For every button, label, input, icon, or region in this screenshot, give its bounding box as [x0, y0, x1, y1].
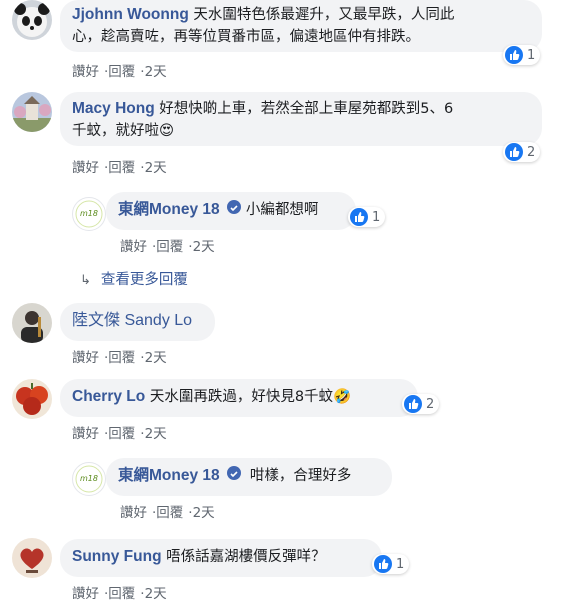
avatar-money18[interactable]: m18	[72, 197, 106, 231]
like-link[interactable]: 讚好	[72, 160, 99, 176]
comment-author[interactable]: 陸文傑 Sandy Lo	[72, 312, 192, 329]
reply-text: 小編都想啊	[245, 202, 319, 218]
reaction-number: 1	[396, 556, 405, 572]
reply-link[interactable]: 回覆	[108, 64, 135, 80]
verified-badge-icon	[227, 466, 242, 480]
avatar-sunny[interactable]	[12, 538, 52, 578]
view-more-replies[interactable]: ↳ 查看更多回覆	[80, 268, 188, 289]
timestamp[interactable]: 2天	[145, 64, 167, 80]
avatar-sandy[interactable]	[12, 303, 52, 343]
reply-author[interactable]: 東網Money 18	[118, 201, 220, 218]
timestamp[interactable]: 2天	[145, 586, 167, 602]
like-link[interactable]: 讚好	[72, 64, 99, 80]
reply-actions: 讚好 ·回覆 ·2天	[120, 239, 215, 255]
timestamp[interactable]: 2天	[145, 160, 167, 176]
comment-bubble: Macy Hong 好想快啲上車，若然全部上車屋苑都跌到5、6 千蚊，就好啦😍	[60, 92, 542, 146]
like-link[interactable]: 讚好	[120, 505, 147, 521]
reply-arrow-icon: ↳	[80, 273, 91, 288]
like-link[interactable]: 讚好	[72, 586, 99, 602]
comment-actions: 讚好 ·回覆 ·2天	[72, 426, 167, 442]
like-link[interactable]: 讚好	[72, 426, 99, 442]
thumbs-up-icon	[404, 395, 422, 413]
reaction-number: 1	[527, 47, 536, 63]
comment-author[interactable]: Sunny Fung	[72, 548, 162, 565]
avatar-money18[interactable]: m18	[72, 462, 106, 496]
comment-bubble: Sunny Fung 唔係話嘉湖樓價反彈咩？	[60, 539, 382, 577]
reaction-number: 2	[426, 396, 435, 412]
thumbs-up-icon	[505, 143, 523, 161]
comment-actions: 讚好 ·回覆 ·2天	[72, 350, 167, 366]
avatar-jjohnn[interactable]	[12, 0, 52, 40]
comment-author[interactable]: Cherry Lo	[72, 388, 145, 405]
view-more-replies-label[interactable]: 查看更多回覆	[101, 272, 188, 288]
comment-author[interactable]: Jjohnn Woonng	[72, 6, 189, 23]
thumbs-up-icon	[374, 555, 392, 573]
comment-text: 唔係話嘉湖樓價反彈咩？	[166, 549, 326, 565]
reaction-number: 2	[527, 144, 536, 160]
comment-text-line1: 天水圍特色係最遲升，又最早跌，人同此	[193, 7, 455, 23]
comment-text-line2: 心，趁高賣咗，再等位買番市區，偏遠地區仲有排跌。	[72, 29, 420, 45]
comment-bubble: Cherry Lo 天水圍再跌過，好快見8千蚊🤣	[60, 379, 418, 417]
reply-link[interactable]: 回覆	[108, 350, 135, 366]
avatar-macy[interactable]	[12, 92, 52, 132]
thumbs-up-icon	[350, 208, 368, 226]
reply-link[interactable]: 回覆	[108, 426, 135, 442]
like-link[interactable]: 讚好	[72, 350, 99, 366]
reaction-count[interactable]: 2	[402, 394, 440, 414]
comment-actions: 讚好 ·回覆 ·2天	[72, 586, 167, 602]
reply-text: 咁樣，合理好多	[249, 468, 352, 484]
verified-badge-icon	[227, 200, 242, 214]
comment-text: 天水圍再跌過，好快見8千蚊🤣	[149, 389, 352, 405]
comment-bubble: Jjohnn Woonng 天水圍特色係最遲升，又最早跌，人同此 心，趁高賣咗，…	[60, 0, 542, 52]
timestamp[interactable]: 2天	[193, 505, 215, 521]
timestamp[interactable]: 2天	[193, 239, 215, 255]
reply-link[interactable]: 回覆	[108, 160, 135, 176]
reply-link[interactable]: 回覆	[156, 239, 183, 255]
comment-actions: 讚好 ·回覆 ·2天	[72, 64, 167, 80]
reaction-count[interactable]: 2	[503, 142, 541, 162]
comment-text-line2: 千蚊，就好啦😍	[72, 123, 175, 139]
reply-bubble: 東網Money 18 咁樣，合理好多	[106, 458, 392, 496]
reply-actions: 讚好 ·回覆 ·2天	[120, 505, 215, 521]
reply-author[interactable]: 東網Money 18	[118, 467, 220, 484]
reply-bubble: 東網Money 18 小編都想啊	[106, 192, 356, 230]
reaction-count[interactable]: 1	[348, 207, 386, 227]
comment-bubble: 陸文傑 Sandy Lo	[60, 303, 215, 341]
like-link[interactable]: 讚好	[120, 239, 147, 255]
reaction-number: 1	[372, 209, 381, 225]
reply-link[interactable]: 回覆	[108, 586, 135, 602]
reply-link[interactable]: 回覆	[156, 505, 183, 521]
svg-text:m18: m18	[80, 209, 98, 218]
thumbs-up-icon	[505, 46, 523, 64]
reaction-count[interactable]: 1	[503, 45, 541, 65]
comment-author[interactable]: Macy Hong	[72, 100, 155, 117]
svg-text:m18: m18	[80, 474, 98, 483]
avatar-cherry[interactable]	[12, 379, 52, 419]
comment-actions: 讚好 ·回覆 ·2天	[72, 160, 167, 176]
timestamp[interactable]: 2天	[145, 426, 167, 442]
comment-text-line1: 好想快啲上車，若然全部上車屋苑都跌到5、6	[159, 101, 454, 117]
reaction-count[interactable]: 1	[372, 554, 410, 574]
timestamp[interactable]: 2天	[145, 350, 167, 366]
